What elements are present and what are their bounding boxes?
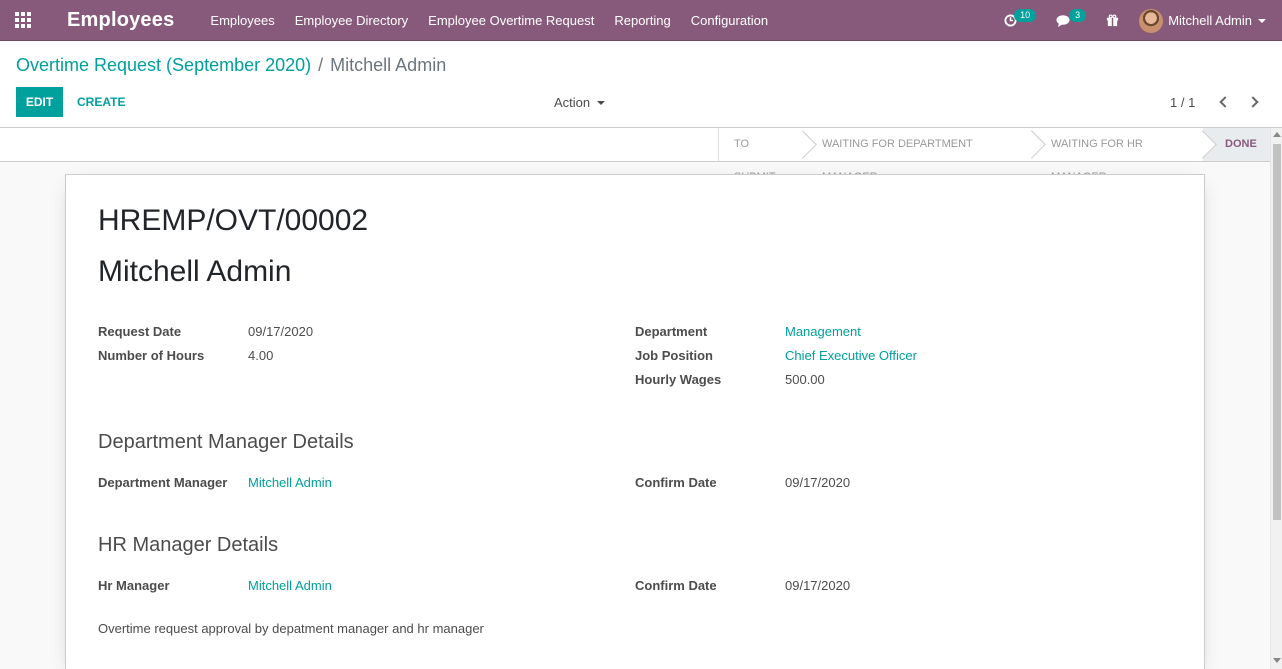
status-bar: TO SUBMIT WAITING FOR DEPARTMENT MANAGER… <box>0 128 1271 183</box>
caret-down-icon <box>597 100 606 105</box>
hourly-wages-value: 500.00 <box>785 372 825 387</box>
status-step-to-submit[interactable]: TO SUBMIT <box>719 128 803 183</box>
pager-previous-button[interactable] <box>1218 91 1232 113</box>
job-position-label: Job Position <box>635 348 713 363</box>
department-label: Department <box>635 324 708 339</box>
user-menu[interactable]: Mitchell Admin <box>1129 0 1282 41</box>
chevron-right-icon <box>1247 96 1259 108</box>
pager-value: 1 / 1 <box>1170 95 1196 110</box>
edit-button[interactable]: EDIT <box>16 87 63 117</box>
activity-count-badge: 10 <box>1014 9 1037 22</box>
apps-menu-icon[interactable] <box>0 0 46 41</box>
app-brand[interactable]: Employees <box>67 9 174 32</box>
pager-next-button[interactable] <box>1246 91 1260 113</box>
dept-manager-section-title: Department Manager Details <box>98 431 354 453</box>
dept-confirm-date-value: 09/17/2020 <box>785 475 851 490</box>
request-note: Overtime request approval by depatment m… <box>98 621 484 636</box>
menu-item-employee-directory[interactable]: Employee Directory <box>285 0 418 41</box>
request-reference: HREMP/OVT/00002 <box>98 204 369 237</box>
main-menu: Employees Employee Directory Employee Ov… <box>200 0 778 41</box>
hours-label: Number of Hours <box>98 348 205 363</box>
job-position-link[interactable]: Chief Executive Officer <box>785 348 917 363</box>
breadcrumb-separator: / <box>318 55 324 75</box>
activity-button[interactable]: 10 <box>994 0 1046 41</box>
breadcrumb: Overtime Request (September 2020) / Mitche… <box>16 55 446 76</box>
apps-grid-icon <box>15 12 31 28</box>
systray: 10 3 Mitchell Admin <box>994 0 1282 41</box>
hr-confirm-date-value: 09/17/2020 <box>785 578 851 593</box>
gift-button[interactable] <box>1096 0 1129 41</box>
department-link[interactable]: Management <box>785 324 861 339</box>
request-date-value: 09/17/2020 <box>248 324 314 339</box>
form-sheet: HREMP/OVT/00002 Mitchell Admin Request D… <box>65 174 1205 669</box>
control-panel: Overtime Request (September 2020) / Mitche… <box>0 41 1282 128</box>
avatar <box>1139 8 1164 33</box>
status-steps: TO SUBMIT WAITING FOR DEPARTMENT MANAGER… <box>718 128 1271 183</box>
employee-name: Mitchell Admin <box>98 255 292 288</box>
menu-item-employees[interactable]: Employees <box>200 0 284 41</box>
create-button[interactable]: CREATE <box>77 95 125 109</box>
status-step-waiting-hr-manager[interactable]: WAITING FOR HR MANAGER <box>1032 128 1203 183</box>
scroll-down-icon[interactable] <box>1273 658 1281 663</box>
menu-item-overtime-request[interactable]: Employee Overtime Request <box>418 0 604 41</box>
menu-item-reporting[interactable]: Reporting <box>604 0 680 41</box>
hr-manager-label: Hr Manager <box>98 578 170 593</box>
caret-down-icon <box>1258 18 1266 23</box>
action-dropdown[interactable]: Action <box>554 95 606 110</box>
request-date-label: Request Date <box>98 324 182 339</box>
hourly-wages-label: Hourly Wages <box>635 372 722 387</box>
user-name: Mitchell Admin <box>1168 13 1252 28</box>
gift-icon <box>1107 14 1119 27</box>
action-label: Action <box>554 95 591 110</box>
scroll-up-icon[interactable] <box>1273 132 1281 137</box>
dept-confirm-date-label: Confirm Date <box>635 475 717 490</box>
menu-item-configuration[interactable]: Configuration <box>681 0 778 41</box>
breadcrumb-parent[interactable]: Overtime Request (September 2020) <box>16 55 311 75</box>
hr-manager-section-title: HR Manager Details <box>98 534 279 556</box>
chevron-left-icon <box>1219 96 1231 108</box>
top-navbar: Employees Employees Employee Directory E… <box>0 0 1282 41</box>
hr-confirm-date-label: Confirm Date <box>635 578 717 593</box>
dept-manager-link[interactable]: Mitchell Admin <box>248 475 332 490</box>
messages-button[interactable]: 3 <box>1046 0 1096 41</box>
message-count-badge: 3 <box>1069 9 1087 22</box>
status-step-waiting-dept-manager[interactable]: WAITING FOR DEPARTMENT MANAGER <box>803 128 1032 183</box>
vertical-scrollbar[interactable] <box>1270 128 1282 669</box>
breadcrumb-current: Mitchell Admin <box>330 55 447 75</box>
scrollbar-thumb[interactable] <box>1273 144 1281 520</box>
dept-manager-label: Department Manager <box>98 475 228 490</box>
hr-manager-link[interactable]: Mitchell Admin <box>248 578 332 593</box>
hours-value: 4.00 <box>248 348 274 363</box>
